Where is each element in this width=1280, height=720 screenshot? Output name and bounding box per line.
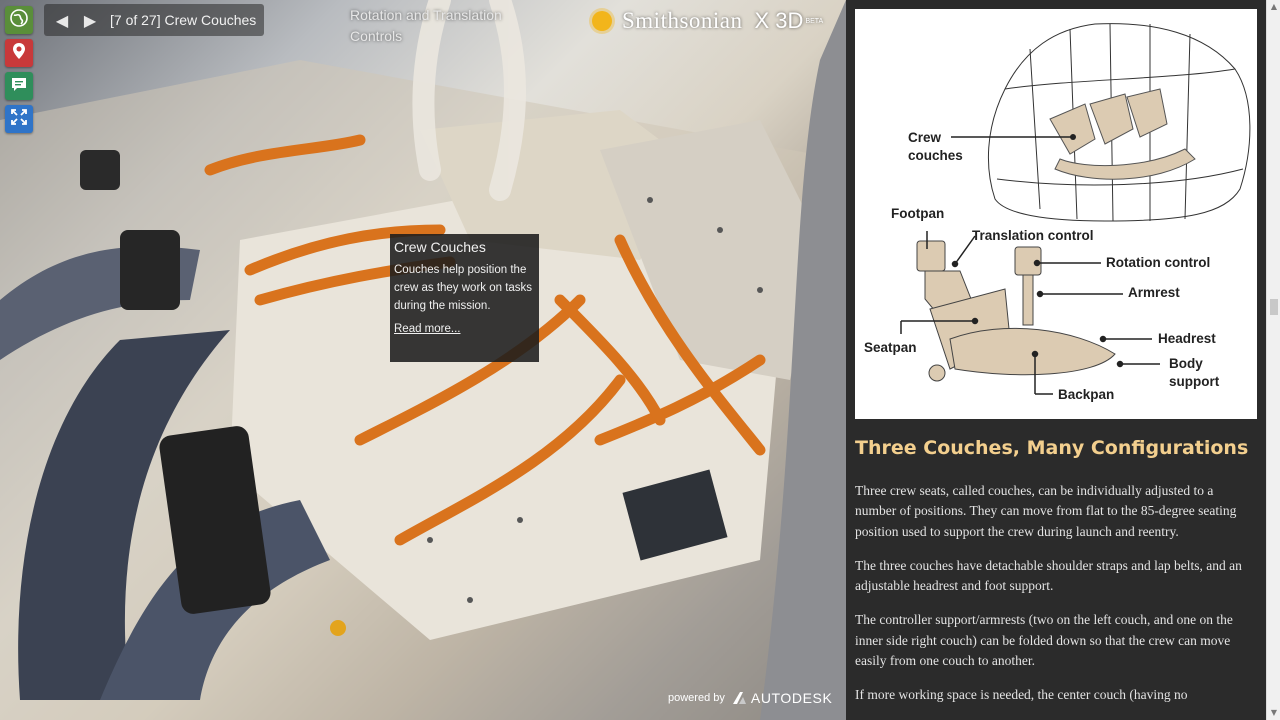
read-more-link[interactable]: Read more... xyxy=(394,323,460,335)
powered-by-autodesk[interactable]: powered by AUTODESK xyxy=(668,690,832,706)
article-title: Three Couches, Many Configurations xyxy=(855,437,1249,459)
globe-icon xyxy=(9,8,29,32)
brand-name: Smithsonian xyxy=(622,8,743,33)
previous-stop-button[interactable]: ◀ xyxy=(48,6,76,34)
fullscreen-button[interactable] xyxy=(5,105,33,133)
label-headrest: Headrest xyxy=(1158,331,1216,346)
beta-tag: BETA xyxy=(805,17,824,25)
locations-button[interactable] xyxy=(5,39,33,67)
autodesk-logo-icon xyxy=(732,692,746,704)
map-pin-icon xyxy=(9,41,29,65)
label-body-support: Body support xyxy=(1169,355,1219,391)
next-stop-button[interactable]: ▶ xyxy=(76,6,104,34)
article-paragraph: Three crew seats, called couches, can be… xyxy=(855,483,1237,539)
label-body: Body xyxy=(1169,356,1203,371)
scroll-up-icon[interactable]: ▲ xyxy=(1267,0,1280,14)
speech-bubble-icon xyxy=(9,74,29,98)
article-paragraph: The three couches have detachable should… xyxy=(855,557,1242,594)
label-translation-control: Translation control xyxy=(972,228,1094,243)
annotation-title: Crew Couches xyxy=(394,239,486,255)
tour-navigation: ◀ ▶ [7 of 27] Crew Couches xyxy=(44,4,265,36)
article-paragraph: If more working space is needed, the cen… xyxy=(855,687,1188,703)
annotation-popup: Crew Couches Couches help position the c… xyxy=(390,234,539,362)
triangle-left-icon: ◀ xyxy=(55,10,69,30)
label-support: support xyxy=(1169,374,1220,389)
scroll-thumb[interactable] xyxy=(1270,299,1278,315)
label-crew: Crew xyxy=(908,130,942,145)
smithsonian-sun-icon xyxy=(592,11,612,31)
powered-by-text: powered by xyxy=(668,692,725,704)
article-paragraph: The controller support/armrests (two on … xyxy=(855,612,1233,669)
brand-product: X 3D xyxy=(754,8,804,33)
label-footpan: Footpan xyxy=(891,206,945,221)
annotations-button[interactable] xyxy=(5,72,33,100)
article-body: Three crew seats, called couches, can be… xyxy=(855,481,1257,720)
tour-stop-title: [7 of 27] Crew Couches xyxy=(110,12,257,28)
label-seatpan: Seatpan xyxy=(864,340,917,355)
triangle-right-icon: ▶ xyxy=(83,10,97,30)
home-button[interactable] xyxy=(5,6,33,34)
expand-icon xyxy=(9,107,29,131)
couch-diagram: Crew couches Footpan Translation control… xyxy=(855,9,1257,419)
label-rotation-control: Rotation control xyxy=(1106,255,1211,270)
next-stop-label[interactable]: Rotation and Translation Controls xyxy=(350,5,530,47)
label-backpan: Backpan xyxy=(1058,387,1115,402)
info-panel: Crew couches Footpan Translation control… xyxy=(846,0,1266,720)
3d-viewer[interactable]: ◀ ▶ [7 of 27] Crew Couches Rotation and … xyxy=(0,0,846,720)
label-couches: couches xyxy=(908,148,963,163)
scroll-down-icon[interactable]: ▼ xyxy=(1267,706,1280,720)
annotation-body: Couches help position the crew as they w… xyxy=(394,264,533,312)
label-crew-couches: Crew couches xyxy=(908,129,963,165)
autodesk-name: AUTODESK xyxy=(750,690,833,706)
panel-scrollbar[interactable]: ▲ ▼ xyxy=(1266,0,1280,720)
label-armrest: Armrest xyxy=(1128,285,1180,300)
smithsonian-x3d-logo[interactable]: Smithsonian X 3D BETA xyxy=(592,6,823,36)
